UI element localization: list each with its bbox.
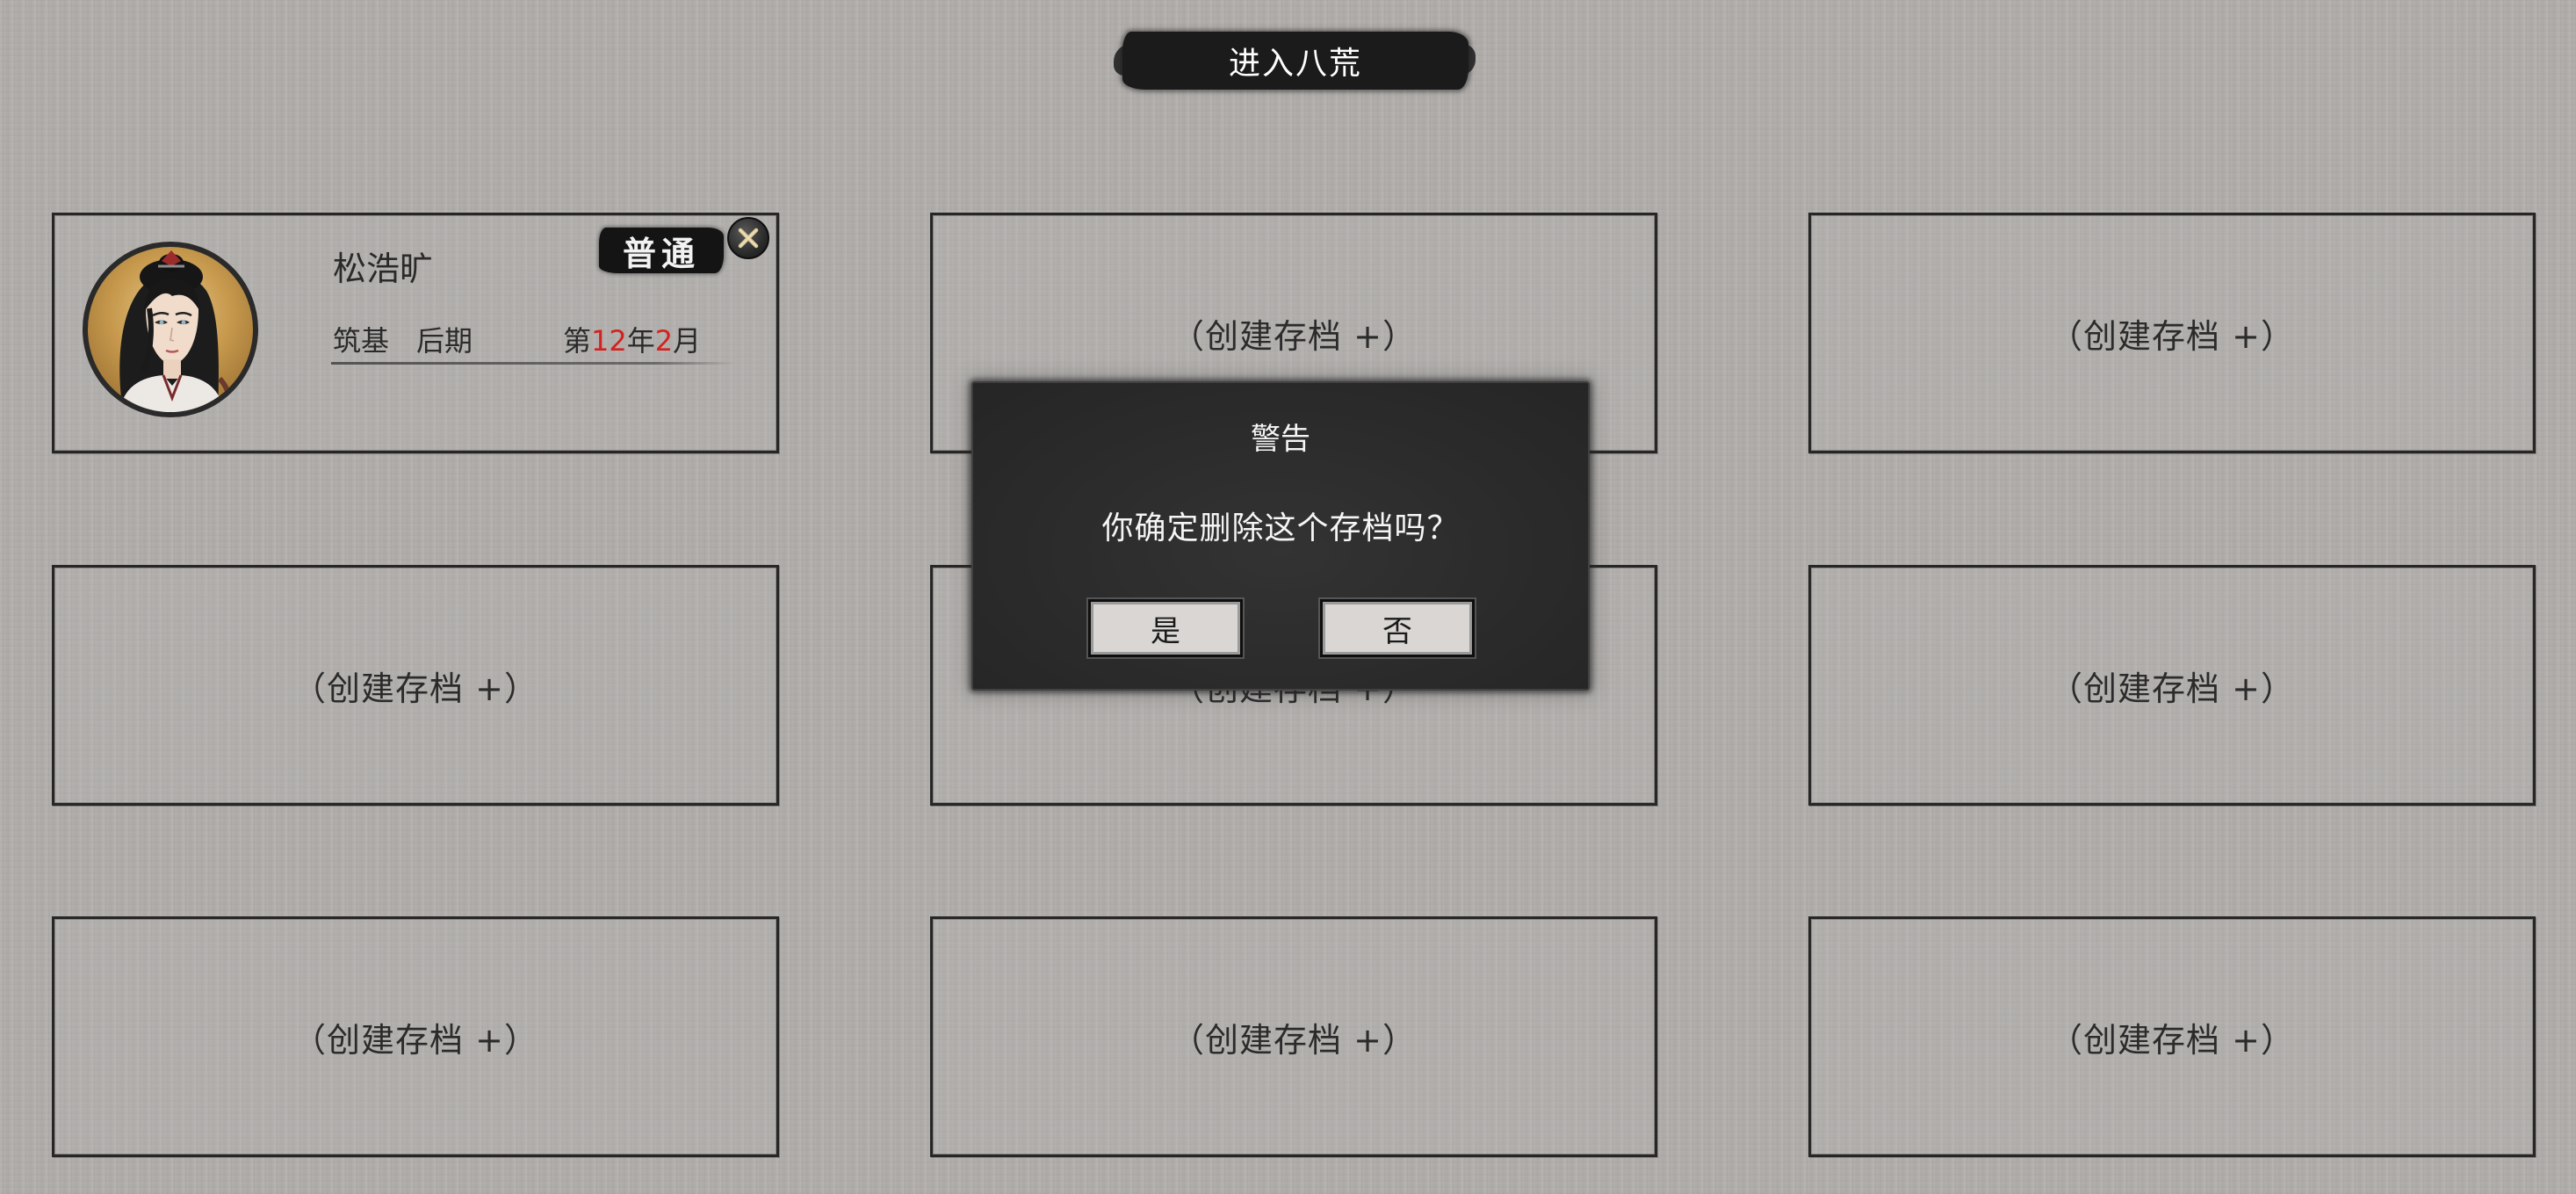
create-save-label: （创建存档 +） [2049, 669, 2295, 708]
date-month-unit: 月 [673, 324, 702, 358]
avatar [83, 242, 258, 417]
cultivation-realm: 筑基 [333, 324, 390, 358]
confirm-button[interactable]: 是 [1088, 599, 1243, 657]
page-title: 进入八荒 [1228, 46, 1362, 82]
save-slot-1[interactable]: 松浩旷 筑基 后期 第12年2月 普通 [52, 213, 779, 453]
dialog-title: 警告 [1251, 422, 1310, 457]
divider [331, 362, 735, 365]
game-date: 第12年2月 [563, 319, 701, 359]
realm-stage: 后期 [416, 324, 473, 358]
cancel-button[interactable]: 否 [1320, 599, 1475, 657]
delete-confirm-dialog: 警告 你确定删除这个存档吗？ 是 否 [971, 381, 1590, 691]
save-slot-4[interactable]: （创建存档 +） [52, 565, 779, 806]
save-slot-3[interactable]: （创建存档 +） [1808, 213, 2536, 453]
save-slot-7[interactable]: （创建存档 +） [52, 916, 779, 1157]
create-save-label: （创建存档 +） [1171, 1020, 1417, 1060]
save-slot-8[interactable]: （创建存档 +） [930, 916, 1657, 1157]
dialog-message: 你确定删除这个存档吗？ [1101, 510, 1460, 546]
create-save-label: （创建存档 +） [1171, 316, 1417, 356]
create-save-label: （创建存档 +） [2049, 316, 2295, 356]
delete-save-button[interactable] [727, 217, 769, 259]
date-year-unit: 年 [626, 324, 655, 358]
save-slot-6[interactable]: （创建存档 +） [1808, 565, 2536, 806]
date-month: 2 [654, 324, 674, 358]
difficulty-badge: 普通 [599, 228, 724, 273]
create-save-label: （创建存档 +） [292, 1020, 538, 1060]
difficulty-label: 普通 [622, 233, 700, 273]
create-save-label: （创建存档 +） [2049, 1020, 2295, 1060]
create-save-label: （创建存档 +） [292, 669, 538, 708]
close-x-icon [738, 228, 759, 249]
character-name: 松浩旷 [333, 250, 434, 288]
date-prefix: 第 [563, 324, 592, 358]
date-year: 12 [591, 324, 627, 358]
save-slot-9[interactable]: （创建存档 +） [1808, 916, 2536, 1157]
title-banner: 进入八荒 [1114, 32, 1476, 90]
character-portrait-icon [119, 250, 233, 412]
